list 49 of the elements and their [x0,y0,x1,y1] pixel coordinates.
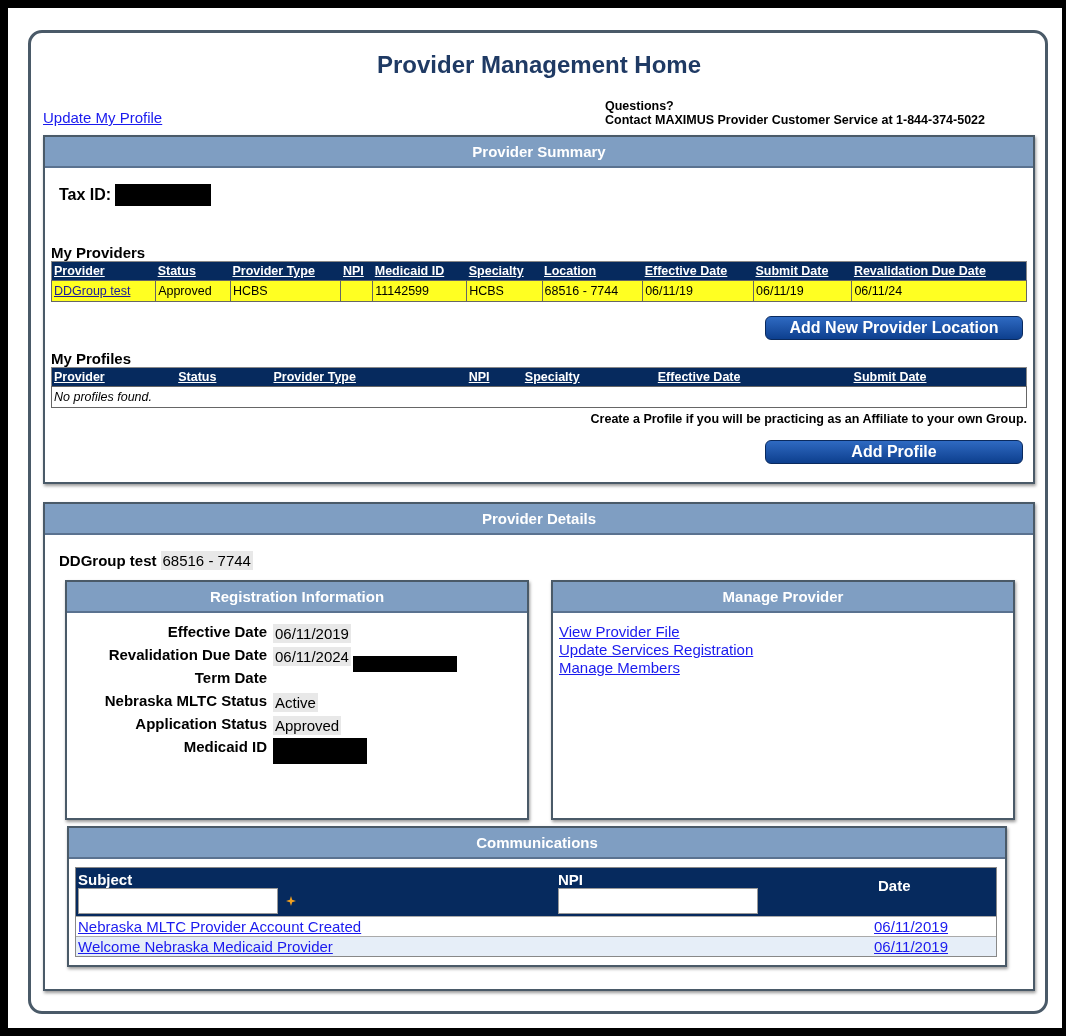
manage-link[interactable]: Update Services Registration [559,641,1007,658]
subject-filter-field[interactable] [78,888,278,914]
field-label: Effective Date [166,623,267,642]
panel-header: Provider Details [45,504,1033,535]
page-title: Provider Management Home [375,51,703,79]
questions-label: Questions? [605,99,675,113]
tax-id-label: Tax ID: [59,186,112,204]
field-label: Revalidation Due Date [107,646,267,665]
npi-filter-field[interactable] [558,888,758,914]
update-profile-link[interactable]: Update My Profile [43,109,163,126]
field-value: 06/11/2019 [273,623,351,643]
field-label: Term Date [193,669,267,688]
table-cell: Approved [158,284,212,298]
add-location-button[interactable]: Add New Provider Location [765,316,1023,340]
field-value: 06/11/2024 [273,646,351,666]
field-value: Active [273,692,318,712]
field-label: Medicaid ID [182,738,267,757]
section-heading: My Profiles [51,350,133,367]
message-link[interactable]: Nebraska MLTC Provider Account Created [78,918,362,935]
provider-name: DDGroup test [59,552,157,569]
panel-header: Manage Provider [553,582,1013,613]
table-cell: HCBS [232,284,268,298]
add-profile-button[interactable]: Add Profile [765,440,1023,464]
field-label: Nebraska MLTC Status [103,692,267,711]
table-cell: 06/11/19 [645,284,693,298]
table-cell: 06/11/24 [854,284,903,298]
field-value: Approved [273,715,342,735]
date-link[interactable]: 06/11/2019 [874,918,948,935]
table-cell: 06/11/19 [756,284,804,298]
table-cell: 11142599 [375,284,429,298]
column-header: Date [878,877,911,894]
contact-info: Contact MAXIMUS Provider Customer Service at 1-844-374-5022 [605,113,986,127]
message-link[interactable]: Welcome Nebraska Medicaid Provider [78,938,333,955]
section-heading: My Providers [51,244,147,261]
date-link[interactable]: 06/11/2019 [874,938,948,955]
manage-link[interactable]: View Provider File [559,623,1007,640]
empty-message: No profiles found. [54,390,152,404]
field-label: Application Status [134,715,267,734]
profile-note: Create a Profile if you will be practicing as an Affiliate to your own Group. [590,412,1027,426]
table-cell: 68516 - 7744 [544,284,619,298]
panel-header: Registration Information [67,582,527,613]
manage-link[interactable]: Manage Members [559,659,1007,676]
panel-header: Provider Summary [45,137,1033,168]
column-header: Subject [78,871,133,888]
panel-header: Communications [69,828,1005,859]
star-icon [286,896,296,906]
provider-location: 68516 - 7744 [160,551,253,570]
column-header: NPI [558,871,584,888]
table-cell: HCBS [469,284,504,298]
